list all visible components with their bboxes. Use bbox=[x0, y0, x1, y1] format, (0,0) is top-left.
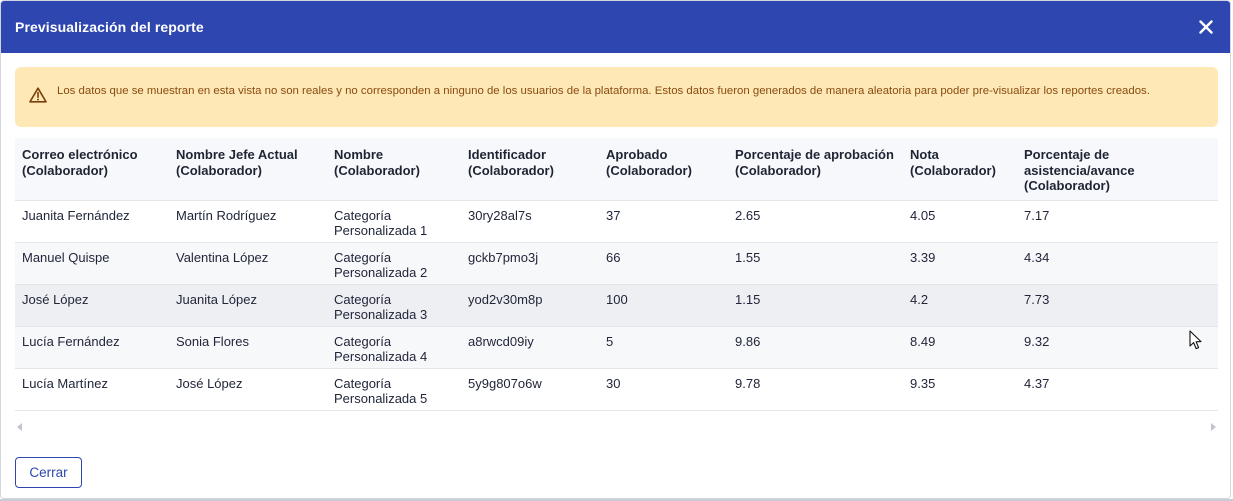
table-cell: 7.17 bbox=[1017, 200, 1218, 243]
table-cell: Sonia Flores bbox=[169, 326, 327, 369]
table-cell: a8rwcd09iy bbox=[461, 326, 599, 369]
column-header: Correo electrónico (Colaborador) bbox=[15, 138, 169, 201]
table-cell: 30 bbox=[599, 368, 728, 411]
table-cell: Categoría Personalizada 2 bbox=[327, 242, 461, 285]
table-cell: Lucía Martínez bbox=[15, 368, 169, 411]
table-row: José López Juanita López Categoría Perso… bbox=[15, 284, 1218, 327]
table-cell: 9.78 bbox=[728, 368, 903, 411]
table-cell: 9.35 bbox=[903, 368, 1017, 411]
table-cell: 1.15 bbox=[728, 284, 903, 327]
table-row: Lucía Martínez José López Categoría Pers… bbox=[15, 368, 1218, 411]
report-preview-modal: Previsualización del reporte Los datos q… bbox=[0, 0, 1231, 499]
table-cell: José López bbox=[169, 368, 327, 411]
report-table-container[interactable]: Correo electrónico (Colaborador) Nombre … bbox=[15, 138, 1218, 421]
close-icon[interactable] bbox=[1196, 17, 1216, 37]
table-cell: Juanita López bbox=[169, 284, 327, 327]
table-cell: 8.49 bbox=[903, 326, 1017, 369]
table-cell: 3.39 bbox=[903, 242, 1017, 285]
report-table: Correo electrónico (Colaborador) Nombre … bbox=[15, 138, 1218, 411]
scroll-left-arrow-icon[interactable] bbox=[17, 423, 22, 431]
scroll-right-arrow-icon[interactable] bbox=[1211, 423, 1216, 431]
table-cell: Categoría Personalizada 5 bbox=[327, 368, 461, 411]
table-cell: Manuel Quispe bbox=[15, 242, 169, 285]
column-header: Aprobado (Colaborador) bbox=[599, 138, 728, 201]
table-cell: 9.86 bbox=[728, 326, 903, 369]
column-header: Porcentaje de aprobación (Colaborador) bbox=[728, 138, 903, 201]
table-cell: Categoría Personalizada 3 bbox=[327, 284, 461, 327]
table-cell: 37 bbox=[599, 200, 728, 243]
modal-title: Previsualización del reporte bbox=[15, 19, 204, 35]
column-header: Nota (Colaborador) bbox=[903, 138, 1017, 201]
table-cell: 5 bbox=[599, 326, 728, 369]
column-header: Nombre Jefe Actual (Colaborador) bbox=[169, 138, 327, 201]
column-header: Porcentaje de asistencia/avance (Colabor… bbox=[1017, 138, 1218, 201]
table-cell: 4.34 bbox=[1017, 242, 1218, 285]
table-cell: 7.73 bbox=[1017, 284, 1218, 327]
table-cell: 4.2 bbox=[903, 284, 1017, 327]
column-header: Identificador (Colaborador) bbox=[461, 138, 599, 201]
table-cell: 30ry28al7s bbox=[461, 200, 599, 243]
table-cell: Lucía Fernández bbox=[15, 326, 169, 369]
table-cell: 9.32 bbox=[1017, 326, 1218, 369]
table-row: Manuel Quispe Valentina López Categoría … bbox=[15, 242, 1218, 285]
table-cell: Categoría Personalizada 4 bbox=[327, 326, 461, 369]
table-row: Lucía Fernández Sonia Flores Categoría P… bbox=[15, 326, 1218, 369]
disclaimer-alert: Los datos que se muestran en esta vista … bbox=[15, 67, 1218, 127]
mouse-cursor-icon bbox=[1189, 330, 1202, 350]
warning-icon bbox=[29, 87, 47, 105]
table-cell: Juanita Fernández bbox=[15, 200, 169, 243]
table-cell: 4.05 bbox=[903, 200, 1017, 243]
alert-message: Los datos que se muestran en esta vista … bbox=[57, 85, 1150, 97]
table-cell: gckb7pmo3j bbox=[461, 242, 599, 285]
table-cell: yod2v30m8p bbox=[461, 284, 599, 327]
table-header-row: Correo electrónico (Colaborador) Nombre … bbox=[15, 138, 1218, 201]
horizontal-scrollbar[interactable] bbox=[15, 421, 1218, 433]
table-cell: 66 bbox=[599, 242, 728, 285]
column-header: Nombre (Colaborador) bbox=[327, 138, 461, 201]
table-cell: José López bbox=[15, 284, 169, 327]
table-cell: 5y9g807o6w bbox=[461, 368, 599, 411]
table-cell: Valentina López bbox=[169, 242, 327, 285]
table-row: Juanita Fernández Martín Rodríguez Categ… bbox=[15, 200, 1218, 243]
table-cell: 100 bbox=[599, 284, 728, 327]
table-cell: 2.65 bbox=[728, 200, 903, 243]
table-cell: 1.55 bbox=[728, 242, 903, 285]
table-cell: Martín Rodríguez bbox=[169, 200, 327, 243]
cerrar-button[interactable]: Cerrar bbox=[15, 457, 82, 488]
modal-header: Previsualización del reporte bbox=[1, 1, 1230, 53]
table-cell: 4.37 bbox=[1017, 368, 1218, 411]
table-cell: Categoría Personalizada 1 bbox=[327, 200, 461, 243]
